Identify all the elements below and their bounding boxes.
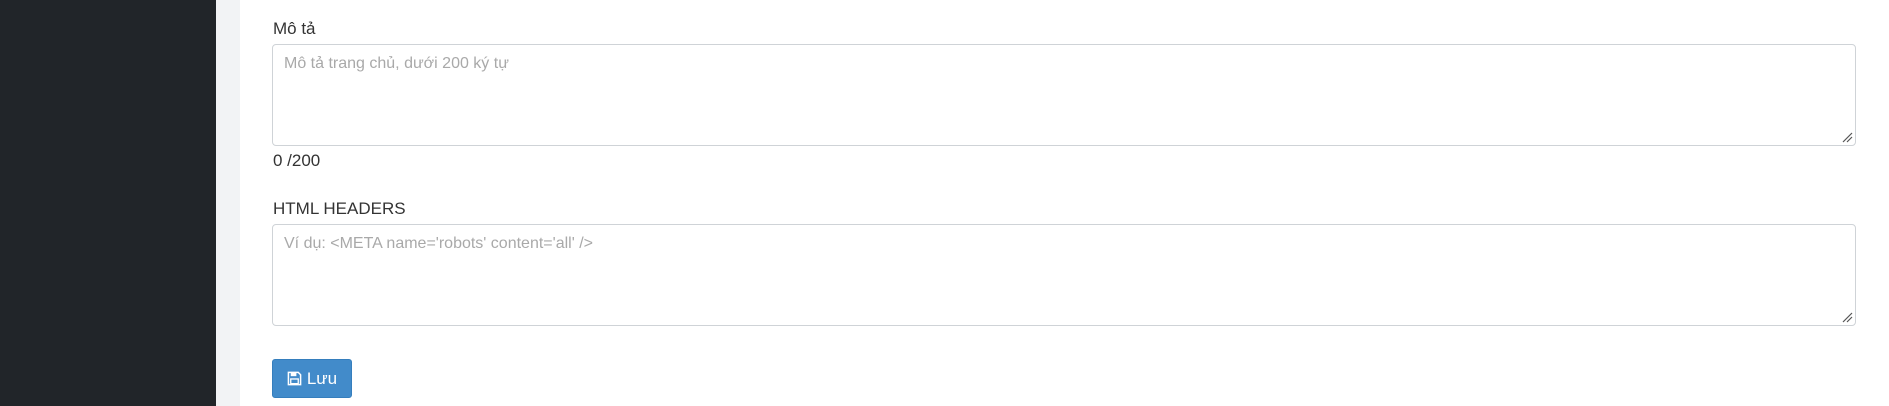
settings-form: Mô tả Mô tả trang chủ, dưới 200 ký tự 0 … [240,0,1889,406]
resize-handle-icon[interactable] [1841,311,1853,323]
floppy-disk-icon [287,371,302,386]
description-textarea[interactable]: Mô tả trang chủ, dưới 200 ký tự [272,44,1856,146]
app-root: Mô tả Mô tả trang chủ, dưới 200 ký tự 0 … [0,0,1889,406]
html-headers-label: HTML HEADERS [273,199,406,218]
sidebar [0,0,216,406]
description-label: Mô tả [273,19,316,38]
resize-handle-icon[interactable] [1841,131,1853,143]
content-gutter [216,0,240,406]
html-headers-textarea[interactable]: Ví dụ: <META name='robots' content='all'… [272,224,1856,326]
save-button[interactable]: Lưu [272,359,352,398]
html-headers-placeholder: Ví dụ: <META name='robots' content='all'… [284,235,593,252]
description-char-counter: 0 /200 [273,151,321,170]
description-placeholder: Mô tả trang chủ, dưới 200 ký tự [284,55,509,72]
save-button-label: Lưu [306,368,338,388]
